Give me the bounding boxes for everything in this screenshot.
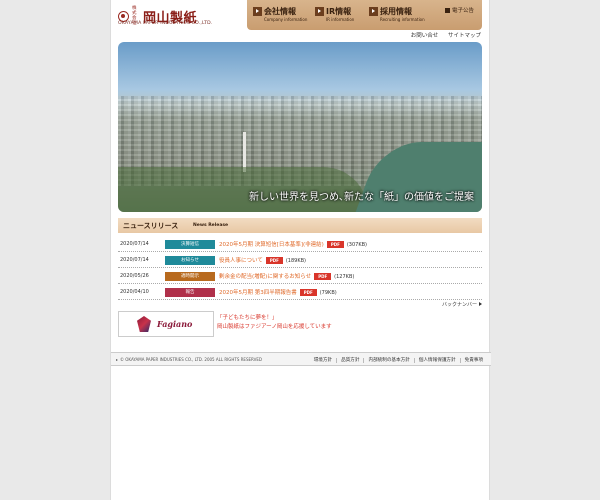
logo-english-name: OKAYAMA PAPER INDUSTRIES CO.,LTD. [118, 21, 213, 26]
news-link-text: 役員人事について [219, 258, 263, 264]
news-category-badge: 適時開示 [165, 272, 215, 281]
footer-links: 環境方針 品質方針 内部統制の基本方針 個人情報保護方針 免責事項 [310, 357, 487, 363]
news-link-text: 剰余金の配当(増配)に関するお知らせ [219, 274, 312, 280]
news-title-english: News Release [193, 223, 229, 228]
arrow-right-icon [253, 7, 262, 16]
sponsor-message-line: 「子どもたちに夢を！」 [217, 315, 278, 321]
copyright: © OKAYAMA PAPER INDUSTRIES CO., LTD. 200… [116, 357, 262, 362]
hero-image: 新しい世界を見つめ､新たな「紙」の価値をご提案 [118, 42, 482, 212]
news-category-badge: お知らせ [165, 256, 215, 265]
news-link[interactable]: 役員人事について PDF (189KB) [219, 256, 306, 264]
pdf-badge: PDF [326, 241, 344, 248]
hero-caption: 新しい世界を見つめ､新たな「紙」の価値をご提案 [249, 192, 474, 203]
footer-link-quality[interactable]: 品質方針 [336, 358, 364, 363]
nav-english-label: Recruiting information [380, 17, 425, 22]
footer-link-privacy[interactable]: 個人情報保護方針 [413, 358, 460, 363]
logo-mark-icon [118, 10, 129, 22]
file-size: (127KB) [334, 274, 355, 280]
news-link[interactable]: 2020年5月期 決算短信[日本基準](非連結) PDF (307KB) [219, 240, 367, 248]
triangle-right-icon [116, 359, 118, 361]
fagiano-banner[interactable]: Fagiano [118, 311, 214, 337]
pdf-badge: PDF [314, 273, 332, 280]
page: 株式会社 岡山製紙 OKAYAMA PAPER INDUSTRIES CO.,L… [110, 0, 491, 500]
file-size: (79KB) [319, 290, 337, 296]
news-title: ニュースリリース [123, 222, 179, 230]
sponsor-message: 「子どもたちに夢を！」 岡山製紙はファジアーノ岡山を応援しています [217, 314, 332, 332]
news-category-badge: 報告 [165, 288, 215, 297]
news-header: ニュースリリース News Release [118, 218, 482, 233]
footer-link-internal-control[interactable]: 内部統制の基本方針 [363, 358, 414, 363]
pdf-badge: PDF [265, 257, 283, 264]
nav-notice-label: 電子公告 [452, 8, 475, 14]
news-link[interactable]: 剰余金の配当(増配)に関するお知らせ PDF (127KB) [219, 272, 354, 280]
footer-link-disclaimer[interactable]: 免責事項 [459, 358, 487, 363]
utility-links: お問い合せ サイトマップ [403, 31, 481, 39]
hero-chimney [243, 132, 246, 172]
footer: © OKAYAMA PAPER INDUSTRIES CO., LTD. 200… [111, 352, 491, 366]
fagiano-logo-text: Fagiano [157, 319, 193, 329]
file-size: (307KB) [346, 242, 367, 248]
news-date: 2020/05/26 [120, 273, 149, 279]
fagiano-emblem-icon [137, 316, 151, 332]
news-link-text: 2020年5月期 決算短信[日本基準](非連結) [219, 242, 324, 248]
back-number-link[interactable]: バックナンバー [442, 301, 482, 308]
arrow-right-icon [315, 7, 324, 16]
footer-link-environment[interactable]: 環境方針 [310, 358, 336, 363]
pdf-badge: PDF [299, 289, 317, 296]
back-number-label: バックナンバー [441, 302, 477, 308]
main-nav: 会社情報 Company information IR情報 IR informa… [247, 0, 482, 30]
square-icon [445, 8, 450, 13]
news-category-badge: 決算短信 [165, 240, 215, 249]
news-date: 2020/04/10 [120, 289, 149, 295]
news-item: 2020/07/14 お知らせ 役員人事について PDF (189KB) [118, 253, 482, 268]
file-size: (189KB) [285, 258, 306, 264]
nav-english-label: Company information [264, 17, 308, 22]
news-item: 2020/04/10 報告 2020年5月期 第3四半期報告書 PDF (79KB) [118, 285, 482, 300]
sponsor-message-line: 岡山製紙はファジアーノ岡山を応援しています [217, 324, 332, 330]
nav-electronic-notice[interactable]: 電子公告 [445, 6, 474, 14]
news-link[interactable]: 2020年5月期 第3四半期報告書 PDF (79KB) [219, 288, 337, 296]
contact-link[interactable]: お問い合せ [411, 33, 439, 39]
news-item: 2020/05/26 適時開示 剰余金の配当(増配)に関するお知らせ PDF (12… [118, 269, 482, 284]
triangle-right-icon [479, 302, 482, 306]
arrow-right-icon [369, 7, 378, 16]
nav-label: IR情報 [326, 7, 352, 16]
sitemap-link[interactable]: サイトマップ [448, 33, 481, 39]
news-date: 2020/07/14 [120, 241, 149, 247]
nav-label: 会社情報 [264, 7, 296, 16]
nav-label: 採用情報 [380, 7, 412, 16]
copyright-text: © OKAYAMA PAPER INDUSTRIES CO., LTD. 200… [120, 357, 262, 362]
news-date: 2020/07/14 [120, 257, 149, 263]
news-link-text: 2020年5月期 第3四半期報告書 [219, 290, 297, 296]
news-item: 2020/07/14 決算短信 2020年5月期 決算短信[日本基準](非連結)… [118, 237, 482, 252]
nav-english-label: IR information [326, 17, 355, 22]
